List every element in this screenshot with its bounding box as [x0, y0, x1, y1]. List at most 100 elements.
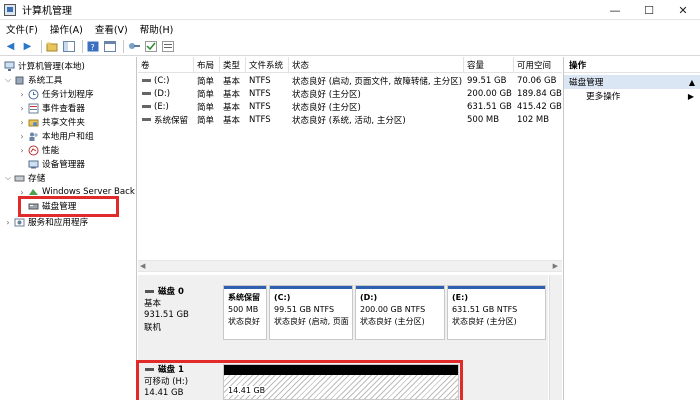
horizontal-scrollbar[interactable]: ◀ ▶	[138, 260, 562, 272]
volume-icon	[141, 88, 152, 99]
partition-c[interactable]: (C:) 99.51 GB NTFS 状态良好 (启动, 页面	[269, 285, 353, 340]
column-header-filesystem[interactable]: 文件系统	[246, 57, 289, 73]
center-pane: 卷 布局 类型 文件系统 状态 容量 可用空间 (C:) 简单 基本 NTFS …	[136, 57, 562, 400]
vertical-scrollbar[interactable]	[549, 275, 562, 400]
shared-folder-icon	[28, 117, 39, 128]
disk-0-size: 931.51 GB	[144, 310, 189, 320]
cell-status: 状态良好 (主分区)	[292, 89, 361, 100]
toolbar: ◀ ▶ ?	[0, 38, 700, 56]
clock-icon	[28, 89, 39, 100]
console-icon[interactable]	[103, 40, 116, 53]
computer-management-icon	[4, 3, 16, 16]
forward-arrow-icon[interactable]: ▶	[21, 40, 34, 53]
tree-item-shared-folders[interactable]: › 共享文件夹	[18, 115, 85, 129]
cell-type: 基本	[223, 89, 241, 100]
collapsed-arrow-icon[interactable]: ›	[18, 90, 26, 99]
back-arrow-icon[interactable]: ◀	[4, 40, 17, 53]
cell-free-space: 189.84 GB	[517, 88, 562, 99]
cell-layout: 简单	[197, 76, 215, 87]
tree-item-device-manager[interactable]: 设备管理器	[26, 157, 85, 171]
navigation-tree: 计算机管理(本地) ⌵ 系统工具 › 任务计划程序 › 事件查看器 › 共享文件…	[0, 57, 137, 400]
table-row[interactable]: 系统保留 简单 基本 NTFS 状态良好 (系统, 活动, 主分区) 500 M…	[138, 113, 562, 126]
table-row[interactable]: (D:) 简单 基本 NTFS 状态良好 (主分区) 200.00 GB 189…	[138, 87, 562, 100]
show-tree-icon[interactable]	[62, 40, 75, 53]
column-header-layout[interactable]: 布局	[194, 57, 220, 73]
up-folder-icon[interactable]	[45, 40, 58, 53]
collapse-up-icon[interactable]: ▲	[689, 78, 695, 87]
column-header-free-space[interactable]: 可用空间	[514, 57, 562, 73]
expanded-arrow-icon[interactable]: ⌵	[4, 75, 12, 85]
scroll-left-icon[interactable]: ◀	[140, 262, 145, 270]
tree-item-services-apps[interactable]: › 服务和应用程序	[4, 215, 88, 229]
volume-icon	[141, 114, 152, 125]
tree-item-system-tools[interactable]: ⌵ 系统工具	[4, 73, 62, 87]
column-header-status[interactable]: 状态	[289, 57, 464, 73]
collapsed-arrow-icon[interactable]: ›	[18, 146, 26, 155]
cell-free-space: 415.42 GB	[517, 101, 562, 112]
menu-action[interactable]: 操作(A)	[44, 22, 89, 36]
table-row[interactable]: (C:) 简单 基本 NTFS 状态良好 (启动, 页面文件, 故障转储, 主分…	[138, 74, 562, 87]
disk-0-label[interactable]: 磁盘 0 基本 931.51 GB 联机	[138, 285, 221, 343]
cell-layout: 简单	[197, 89, 215, 100]
volume-table-header: 卷 布局 类型 文件系统 状态 容量 可用空间	[138, 57, 562, 73]
tree-item-event-viewer[interactable]: › 事件查看器	[18, 101, 85, 115]
partition-system-reserved[interactable]: 系统保留 500 MB 状态良好	[223, 285, 267, 340]
disk-graphical-view: 磁盘 0 基本 931.51 GB 联机 系统保留 500 MB 状态良好 (C:)…	[136, 275, 548, 400]
cell-status: 状态良好 (主分区)	[292, 102, 361, 113]
submenu-arrow-icon: ▶	[687, 91, 694, 101]
cell-capacity: 200.00 GB	[467, 88, 512, 99]
column-header-capacity[interactable]: 容量	[464, 57, 514, 73]
collapsed-arrow-icon[interactable]: ›	[18, 118, 26, 127]
cell-free-space: 70.06 GB	[517, 75, 557, 86]
cell-free-space: 102 MB	[517, 114, 550, 125]
disk-icon	[144, 286, 155, 297]
menu-view[interactable]: 查看(V)	[89, 22, 134, 36]
more-actions-item[interactable]: 更多操作 ▶	[564, 89, 700, 103]
collapsed-arrow-icon[interactable]: ›	[18, 132, 26, 141]
tree-item-storage[interactable]: ⌵ 存储	[4, 171, 45, 185]
tree-item-local-users[interactable]: › 本地用户和组	[18, 129, 93, 143]
minimize-button[interactable]: —	[598, 0, 632, 20]
tree-item-task-scheduler[interactable]: › 任务计划程序	[18, 87, 94, 101]
connect-icon[interactable]	[127, 40, 140, 53]
expanded-arrow-icon[interactable]: ⌵	[4, 173, 12, 183]
scroll-right-icon[interactable]: ▶	[553, 262, 558, 270]
services-icon	[14, 217, 25, 228]
check-icon[interactable]	[144, 40, 157, 53]
column-header-type[interactable]: 类型	[220, 57, 246, 73]
title-bar: 计算机管理 — ☐ ✕	[0, 0, 700, 20]
storage-icon	[14, 173, 25, 184]
tree-item-performance[interactable]: › 性能	[18, 143, 59, 157]
cell-type: 基本	[223, 76, 241, 87]
volume-icon	[141, 101, 152, 112]
cell-type: 基本	[223, 115, 241, 126]
window-title: 计算机管理	[22, 6, 72, 17]
cell-volume: (E:)	[154, 101, 169, 112]
disk-0-state: 联机	[144, 323, 162, 333]
close-button[interactable]: ✕	[666, 0, 700, 20]
cell-capacity: 631.51 GB	[467, 101, 512, 112]
properties-icon[interactable]	[161, 40, 174, 53]
cell-layout: 简单	[197, 102, 215, 113]
disk-0-type: 基本	[144, 299, 162, 309]
maximize-button[interactable]: ☐	[632, 0, 666, 20]
menu-file[interactable]: 文件(F)	[0, 22, 44, 36]
cell-capacity: 99.51 GB	[467, 75, 507, 86]
table-row[interactable]: (E:) 简单 基本 NTFS 状态良好 (主分区) 631.51 GB 415…	[138, 100, 562, 113]
collapsed-arrow-icon[interactable]: ›	[4, 218, 12, 227]
svg-text:?: ?	[90, 43, 94, 52]
help-icon[interactable]: ?	[86, 40, 99, 53]
collapsed-arrow-icon[interactable]: ›	[18, 104, 26, 113]
performance-icon	[28, 145, 39, 156]
column-header-volume[interactable]: 卷	[138, 57, 194, 73]
cell-type: 基本	[223, 102, 241, 113]
partition-e[interactable]: (E:) 631.51 GB NTFS 状态良好 (主分区)	[447, 285, 546, 340]
device-manager-icon	[28, 159, 39, 170]
cell-volume: 系统保留	[154, 115, 189, 126]
cell-filesystem: NTFS	[249, 75, 271, 86]
tree-item-computer-management[interactable]: 计算机管理(本地)	[2, 59, 85, 73]
menu-help[interactable]: 帮助(H)	[134, 22, 180, 36]
partition-d[interactable]: (D:) 200.00 GB NTFS 状态良好 (主分区)	[355, 285, 445, 340]
actions-disk-management[interactable]: 磁盘管理 ▲	[564, 75, 700, 89]
cell-volume: (C:)	[154, 75, 170, 86]
